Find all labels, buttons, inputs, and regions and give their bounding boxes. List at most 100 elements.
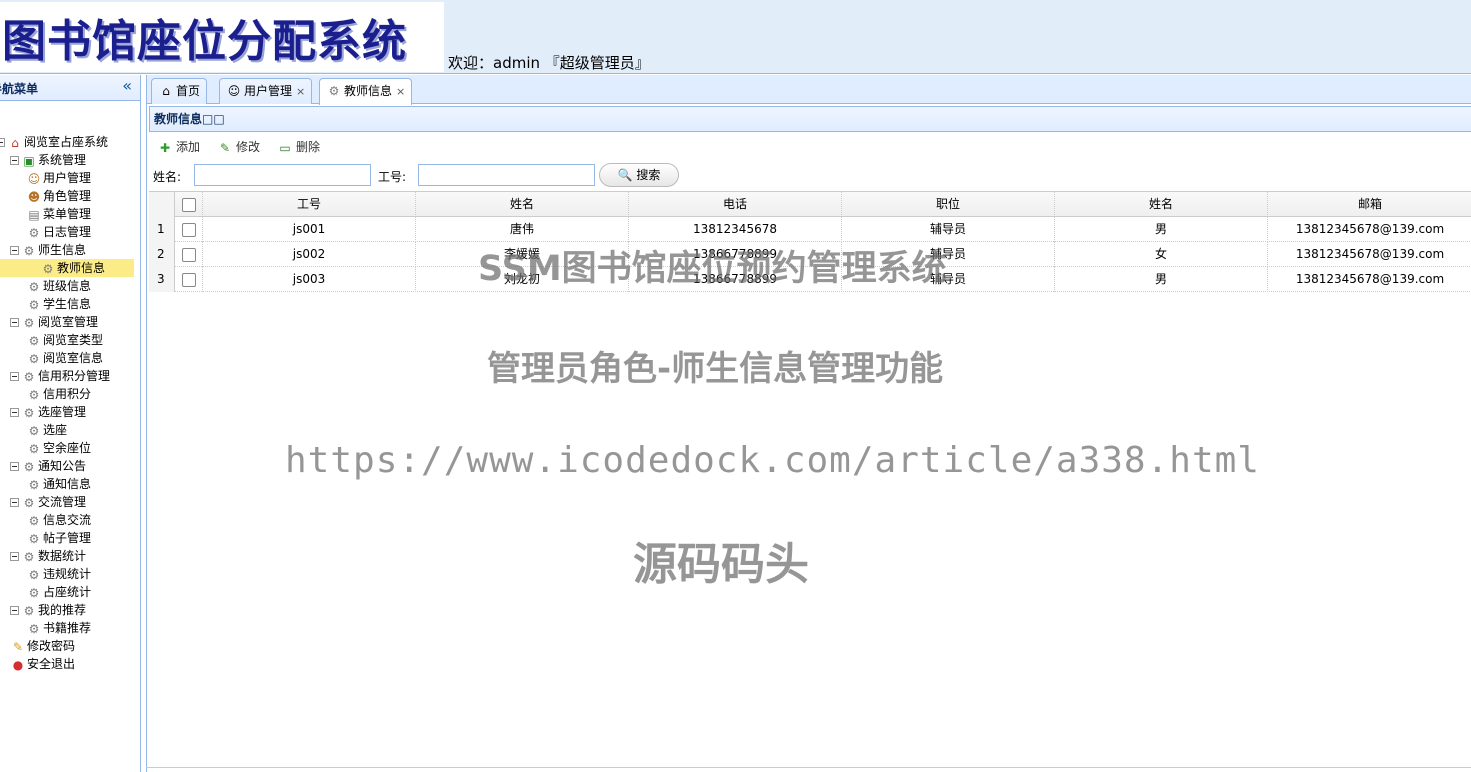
home-icon: ⌂ xyxy=(11,135,19,150)
sidebar-item-label: 交流管理 xyxy=(38,495,87,509)
row-checkbox[interactable] xyxy=(181,222,196,237)
row-number: 1 xyxy=(149,217,175,242)
gear-icon: ⚙ xyxy=(28,513,40,528)
data-grid: 工号 姓名 电话 职位 姓名 邮箱 1 js001 唐伟 13812345678… xyxy=(149,191,1471,771)
collapse-toggle-icon[interactable] xyxy=(10,462,19,471)
user-icon: ☺ xyxy=(227,84,241,98)
tab-label: 首页 xyxy=(176,84,201,98)
sidebar-item[interactable]: ⚙ 班级信息 xyxy=(26,277,91,295)
row-number: 3 xyxy=(149,267,175,292)
sidebar-item[interactable]: ▣ 系统管理 xyxy=(10,151,86,169)
sidebar-item-label: 空余座位 xyxy=(43,441,92,455)
gear-icon: ⚙ xyxy=(23,369,35,384)
folder-icon: ▣ xyxy=(23,153,35,168)
close-icon[interactable]: × xyxy=(396,85,405,98)
sidebar-item[interactable]: ⚙ 阅览室类型 xyxy=(26,331,103,349)
table-cell: js002 xyxy=(203,242,416,267)
sidebar-item[interactable]: ☺ 用户管理 xyxy=(26,169,91,187)
select-all-checkbox[interactable] xyxy=(181,197,196,212)
sidebar-item[interactable]: ✎ 修改密码 xyxy=(10,637,75,655)
row-select-cell xyxy=(175,242,203,267)
table-cell: 男 xyxy=(1055,267,1268,292)
sidebar-item[interactable]: ⚙ 我的推荐 xyxy=(10,601,86,619)
menu-icon: ▤ xyxy=(28,207,40,222)
sidebar-item[interactable]: ⚙ 信用积分 xyxy=(26,385,91,403)
gear-icon: ⚙ xyxy=(23,459,35,474)
table-row[interactable]: 1 js001 唐伟 13812345678 辅导员 男 13812345678… xyxy=(149,217,1471,242)
logo: 图书馆座位分配系统 xyxy=(0,2,444,72)
add-button[interactable]: ✚ 添加 xyxy=(157,138,200,156)
sidebar-item[interactable]: ⚙ 交流管理 xyxy=(10,493,86,511)
sidebar-item[interactable]: ⚙ 通知公告 xyxy=(10,457,86,475)
sidebar-item-label: 班级信息 xyxy=(43,279,92,293)
name-search-input[interactable] xyxy=(194,164,371,186)
sidebar-item-label: 阅览室类型 xyxy=(43,333,104,347)
double-chevron-left-icon[interactable]: « xyxy=(122,78,132,94)
edit-button[interactable]: ✎ 修改 xyxy=(217,138,260,156)
tab-user-management[interactable]: ☺ 用户管理 × xyxy=(219,78,313,104)
table-cell: 辅导员 xyxy=(842,267,1055,292)
table-row[interactable]: 3 js003 刘龙初 13866778899 辅导员 男 1381234567… xyxy=(149,267,1471,292)
column-header[interactable]: 工号 xyxy=(203,192,416,217)
sidebar-item[interactable]: ⚙ 空余座位 xyxy=(26,439,91,457)
sidebar-item[interactable]: ⚙ 占座统计 xyxy=(26,583,91,601)
close-icon[interactable]: × xyxy=(296,85,305,98)
sidebar-item[interactable]: ⚙ 通知信息 xyxy=(26,475,91,493)
collapse-toggle-icon[interactable] xyxy=(10,552,19,561)
search-button[interactable]: 🔍 搜索 xyxy=(599,163,679,187)
collapse-toggle-icon[interactable] xyxy=(10,606,19,615)
gear-icon: ⚙ xyxy=(28,387,40,402)
sidebar-item[interactable]: ⚙ 帖子管理 xyxy=(26,529,91,547)
column-header[interactable]: 姓名 xyxy=(416,192,629,217)
collapse-toggle-icon[interactable] xyxy=(10,156,19,165)
tab-home[interactable]: ⌂ 首页 xyxy=(151,78,208,104)
gear-icon: ⚙ xyxy=(28,621,40,636)
collapse-toggle-icon[interactable] xyxy=(0,138,5,147)
table-cell: 李媛媛 xyxy=(416,242,629,267)
column-header[interactable]: 邮箱 xyxy=(1268,192,1471,217)
sidebar-item[interactable]: ⚙ 选座 xyxy=(26,421,67,439)
tab-teacher-info[interactable]: ⚙ 教师信息 × xyxy=(319,78,413,105)
sidebar-item[interactable]: ☻ 角色管理 xyxy=(26,187,91,205)
sidebar-item[interactable]: ⚙ 阅览室管理 xyxy=(10,313,98,331)
sidebar-item[interactable]: ⚙ 书籍推荐 xyxy=(26,619,91,637)
sidebar-item[interactable]: ⚙ 信息交流 xyxy=(26,511,91,529)
gear-icon: ⚙ xyxy=(23,495,35,510)
table-header: 工号 姓名 电话 职位 姓名 邮箱 xyxy=(149,192,1471,217)
table-row[interactable]: 2 js002 李媛媛 13866778899 辅导员 女 1381234567… xyxy=(149,242,1471,267)
sidebar-item-label: 违规统计 xyxy=(43,567,92,581)
sidebar-item[interactable]: ● 安全退出 xyxy=(10,655,75,673)
table-cell: 男 xyxy=(1055,217,1268,242)
column-header[interactable]: 姓名 xyxy=(1055,192,1268,217)
sidebar-item[interactable]: ⚙ 选座管理 xyxy=(10,403,86,421)
sidebar-item[interactable]: ⚙ 学生信息 xyxy=(26,295,91,313)
tab-label: 教师信息 xyxy=(344,84,393,98)
row-checkbox[interactable] xyxy=(181,247,196,262)
add-icon: ✚ xyxy=(159,140,171,155)
sidebar-item-label: 我的推荐 xyxy=(38,603,87,617)
sidebar-item[interactable]: ⌂ 阅览室占座系统 xyxy=(0,133,108,151)
sidebar-item[interactable]: ⚙ 师生信息 xyxy=(10,241,86,259)
sidebar-item[interactable]: ⚙ 信用积分管理 xyxy=(10,367,110,385)
sidebar-item[interactable]: ⚙ 日志管理 xyxy=(26,223,91,241)
search-label: 搜索 xyxy=(636,168,661,182)
column-header[interactable]: 职位 xyxy=(842,192,1055,217)
gear-icon: ⚙ xyxy=(28,531,40,546)
sidebar-item[interactable]: ⚙ 教师信息 xyxy=(0,259,134,277)
column-header[interactable]: 电话 xyxy=(629,192,842,217)
row-checkbox[interactable] xyxy=(181,272,196,287)
collapse-toggle-icon[interactable] xyxy=(10,498,19,507)
collapse-toggle-icon[interactable] xyxy=(10,408,19,417)
collapse-toggle-icon[interactable] xyxy=(10,246,19,255)
collapse-toggle-icon[interactable] xyxy=(10,372,19,381)
sidebar-item[interactable]: ⚙ 违规统计 xyxy=(26,565,91,583)
id-search-input[interactable] xyxy=(418,164,595,186)
delete-button[interactable]: ▭ 删除 xyxy=(277,138,320,156)
gear-icon: ⚙ xyxy=(42,261,54,276)
sidebar-item-label: 修改密码 xyxy=(27,639,76,653)
sidebar-item[interactable]: ⚙ 阅览室信息 xyxy=(26,349,103,367)
collapse-toggle-icon[interactable] xyxy=(10,318,19,327)
sidebar-item[interactable]: ⚙ 数据统计 xyxy=(10,547,86,565)
sidebar-item-label: 阅览室占座系统 xyxy=(24,135,109,149)
sidebar-item[interactable]: ▤ 菜单管理 xyxy=(26,205,91,223)
